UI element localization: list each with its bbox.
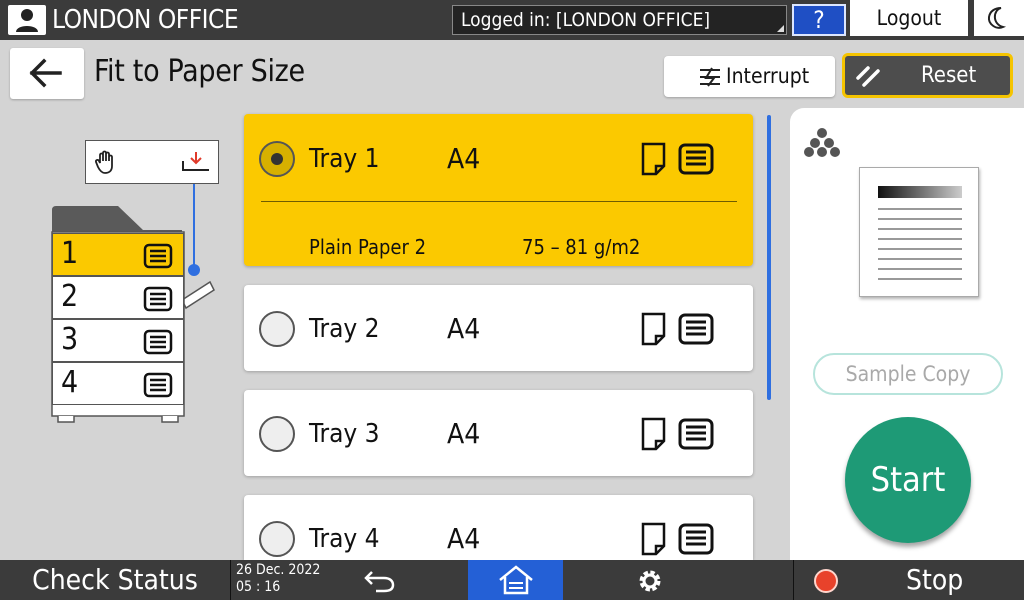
- start-button[interactable]: Start: [845, 417, 971, 543]
- tray-name: Tray 2: [309, 314, 380, 344]
- preview-line: [878, 218, 962, 220]
- machine-tray-label: 4: [61, 365, 79, 400]
- dropdown-corner-icon: [777, 25, 784, 32]
- machine-tray-3[interactable]: 3: [52, 319, 184, 362]
- portrait-paper-stack-icon: [641, 142, 714, 176]
- tray-paper-size: A4: [447, 522, 481, 555]
- stop-icon: [814, 569, 838, 593]
- paper-stack-icon: [143, 286, 173, 312]
- page-title: Fit to Paper Size: [94, 54, 305, 89]
- bottom-bar: Check Status 26 Dec. 2022 05 : 16 Stop: [0, 560, 1024, 600]
- reset-button[interactable]: Reset: [842, 53, 1013, 98]
- settings-button[interactable]: [620, 560, 680, 600]
- tray-name: Tray 3: [309, 419, 380, 449]
- machine-tray-2[interactable]: 2: [52, 276, 184, 319]
- paper-stack-icon: [143, 329, 173, 355]
- tray-option-4[interactable]: Tray 4 A4: [244, 495, 753, 560]
- hand-icon: [95, 150, 113, 174]
- machine-tray-label: 1: [61, 236, 79, 271]
- portrait-paper-stack-icon: [641, 417, 714, 451]
- color-mode-icon: [804, 128, 840, 157]
- machine-tray-4[interactable]: 4: [52, 362, 184, 405]
- preview-line: [878, 278, 962, 280]
- top-bar: LONDON OFFICE Logged in: [LONDON OFFICE]…: [0, 0, 1024, 40]
- card-divider: [261, 201, 737, 202]
- help-button[interactable]: ?: [792, 4, 846, 36]
- tray-paper-size: A4: [447, 417, 481, 450]
- radio-selected-icon: [259, 141, 295, 177]
- office-name: LONDON OFFICE: [52, 5, 239, 35]
- undo-arrow-icon: [364, 571, 395, 593]
- paper-stack-icon: [143, 243, 173, 269]
- preview-line: [878, 248, 962, 250]
- home-button[interactable]: [468, 560, 563, 600]
- gear-icon: [639, 570, 661, 592]
- login-status-dropdown[interactable]: Logged in: [LONDON OFFICE]: [452, 5, 787, 35]
- energy-saver-button[interactable]: [974, 0, 1024, 36]
- sample-copy-button[interactable]: Sample Copy: [813, 353, 1003, 395]
- machine-tray-1[interactable]: 1: [52, 233, 184, 276]
- portrait-paper-stack-icon: [641, 522, 714, 556]
- tray-paper-size: A4: [447, 312, 481, 345]
- stop-label: Stop: [906, 563, 964, 596]
- interrupt-icon: [700, 67, 720, 87]
- reset-label: Reset: [921, 63, 977, 88]
- back-button[interactable]: [10, 48, 84, 99]
- radio-unselected-icon: [259, 521, 295, 557]
- radio-unselected-icon: [259, 416, 295, 452]
- tray-option-3[interactable]: Tray 3 A4: [244, 390, 753, 476]
- interrupt-label: Interrupt: [726, 64, 810, 88]
- stop-button[interactable]: Stop: [794, 560, 1024, 600]
- tray-name: Tray 4: [309, 524, 380, 554]
- interrupt-button[interactable]: Interrupt: [664, 56, 835, 97]
- preview-line: [878, 228, 962, 230]
- preview-line: [878, 208, 962, 210]
- tray-name: Tray 1: [309, 144, 380, 174]
- back-nav-button[interactable]: [340, 560, 420, 600]
- login-status-text: Logged in: [LONDON OFFICE]: [461, 9, 711, 31]
- list-scrollbar[interactable]: [767, 115, 771, 400]
- preview-line: [878, 238, 962, 240]
- preview-panel: Sample Copy Start: [790, 108, 1024, 560]
- preview-header-bar: [878, 186, 962, 198]
- machine-tray-label: 2: [61, 279, 79, 314]
- check-status-button[interactable]: Check Status: [0, 560, 230, 600]
- preview-line: [878, 258, 962, 260]
- user-icon[interactable]: [8, 5, 46, 35]
- logout-button[interactable]: Logout: [850, 0, 968, 36]
- date-time: 26 Dec. 2022 05 : 16: [236, 562, 320, 596]
- radio-unselected-icon: [259, 311, 295, 347]
- paper-stack-icon: [143, 372, 173, 398]
- page-preview: [859, 167, 979, 297]
- machine-tray-label: 3: [61, 322, 79, 357]
- output-tray-icon: [182, 152, 209, 171]
- paper-weight: 75 – 81 g/m2: [522, 235, 641, 259]
- arrow-left-icon: [29, 58, 62, 88]
- time: 05 : 16: [236, 579, 281, 595]
- divider: [230, 560, 231, 600]
- tray-option-2[interactable]: Tray 2 A4: [244, 285, 753, 371]
- preview-line: [878, 268, 962, 270]
- reset-icon: [856, 66, 880, 87]
- tray-paper-size: A4: [447, 142, 481, 175]
- portrait-paper-stack-icon: [641, 312, 714, 346]
- home-icon: [499, 565, 533, 595]
- moon-icon: [987, 7, 1007, 29]
- paper-type: Plain Paper 2: [309, 235, 427, 259]
- date: 26 Dec. 2022: [236, 562, 321, 578]
- tray-option-1[interactable]: Tray 1 A4 Plain Paper 2 75 – 81 g/m2: [244, 114, 753, 266]
- manual-feed-selector[interactable]: [85, 140, 219, 184]
